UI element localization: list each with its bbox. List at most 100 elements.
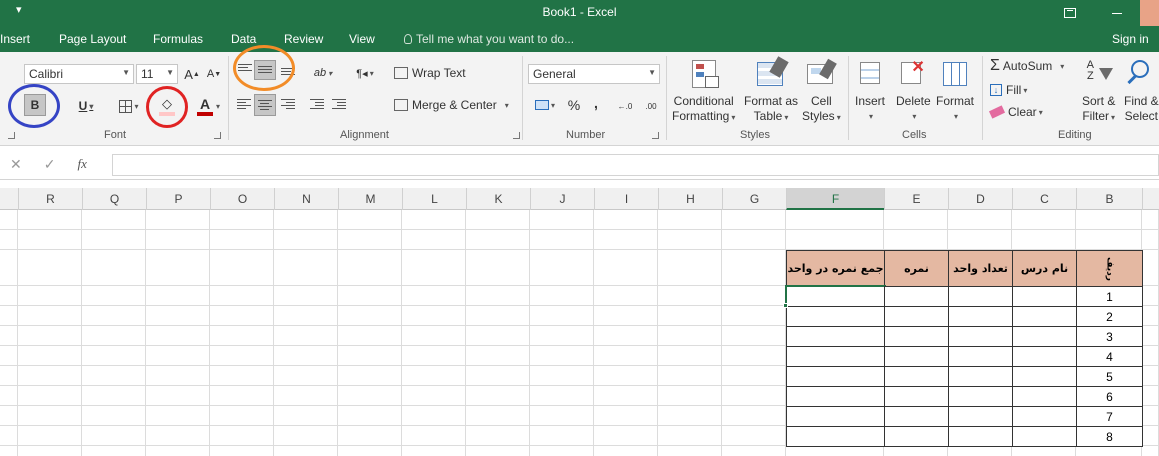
align-center-button[interactable] (254, 94, 276, 116)
grid-cell[interactable] (658, 386, 722, 406)
grid-cell[interactable] (658, 230, 722, 250)
tab-review[interactable]: Review (284, 32, 323, 46)
table-cell[interactable] (948, 326, 1013, 347)
grid-cell[interactable] (658, 250, 722, 286)
grid-cell[interactable] (402, 426, 466, 446)
grid-cell[interactable] (146, 230, 210, 250)
grid-cell[interactable] (274, 406, 338, 426)
grid-cell[interactable] (0, 446, 18, 456)
grid-cell[interactable] (18, 306, 82, 326)
chevron-down-icon[interactable]: ▾ (216, 102, 220, 111)
grid-cell[interactable] (658, 446, 722, 456)
table-cell[interactable] (948, 406, 1013, 427)
grid-cell[interactable] (18, 406, 82, 426)
grid-cell[interactable] (466, 386, 530, 406)
grid-cell[interactable] (658, 426, 722, 446)
grid-cell[interactable] (82, 230, 146, 250)
table-cell[interactable] (786, 426, 885, 447)
table-cell[interactable] (1012, 306, 1077, 327)
grid-cell[interactable] (0, 250, 18, 286)
table-cell[interactable] (786, 366, 885, 387)
grid-cell[interactable] (530, 446, 594, 456)
grid-cell[interactable] (722, 286, 786, 306)
grid-cell[interactable] (274, 446, 338, 456)
grid-cell[interactable] (0, 230, 18, 250)
grid-cell[interactable] (0, 346, 18, 366)
grid-cell[interactable] (274, 210, 338, 230)
grid-cell[interactable] (210, 326, 274, 346)
grid-cell[interactable] (594, 406, 658, 426)
grid-cell[interactable] (146, 346, 210, 366)
grid-cell[interactable] (1142, 446, 1159, 456)
grid-cell[interactable] (0, 210, 18, 230)
grid-cell[interactable] (1012, 446, 1076, 456)
grid-cell[interactable] (146, 326, 210, 346)
table-row-number[interactable]: 3 (1076, 326, 1143, 347)
table-cell[interactable] (1012, 386, 1077, 407)
grid-cell[interactable] (18, 386, 82, 406)
grid-cell[interactable] (18, 346, 82, 366)
grid-cell[interactable] (722, 426, 786, 446)
grid-cell[interactable] (18, 366, 82, 386)
grid-cell[interactable] (210, 210, 274, 230)
grid-cell[interactable] (274, 326, 338, 346)
grid-cell[interactable] (210, 346, 274, 366)
grid-cell[interactable] (146, 386, 210, 406)
table-cell[interactable] (1012, 286, 1077, 307)
borders-button[interactable]: ▾ (112, 96, 146, 116)
grid-cell[interactable] (722, 406, 786, 426)
column-header-h[interactable]: H (658, 188, 722, 210)
grid-cell[interactable] (338, 210, 402, 230)
grid-cell[interactable] (722, 250, 786, 286)
tab-formulas[interactable]: Formulas (153, 32, 203, 46)
grid-cell[interactable] (786, 446, 884, 456)
grid-cell[interactable] (722, 446, 786, 456)
grid-cell[interactable] (338, 406, 402, 426)
table-header-cell[interactable]: نمره (884, 250, 949, 287)
grid-cell[interactable] (210, 306, 274, 326)
grid-cell[interactable] (82, 250, 146, 286)
find-select-button[interactable]: Find & Select (1124, 56, 1159, 124)
grid-cell[interactable] (722, 346, 786, 366)
increase-decimal-button[interactable]: ←.0 (614, 98, 636, 114)
table-cell[interactable] (786, 346, 885, 367)
grid-cell[interactable] (82, 406, 146, 426)
clear-button[interactable]: Clear ▾ (988, 102, 1043, 122)
column-header-j[interactable]: J (530, 188, 594, 210)
grid-cell[interactable] (466, 210, 530, 230)
autosum-button[interactable]: Σ AutoSum ▾ (990, 56, 1064, 76)
grid-cell[interactable] (0, 306, 18, 326)
grid-cell[interactable] (466, 346, 530, 366)
insert-cells-button[interactable]: Insert ▾ (854, 56, 886, 124)
table-cell[interactable] (1012, 366, 1077, 387)
format-cells-button[interactable]: Format ▾ (936, 56, 974, 124)
grid-cell[interactable] (948, 230, 1012, 250)
column-header-e[interactable]: E (884, 188, 948, 210)
column-header-partial[interactable] (0, 188, 18, 210)
grid-cell[interactable] (658, 210, 722, 230)
grid-cell[interactable] (338, 306, 402, 326)
grid-cell[interactable] (18, 326, 82, 346)
grid-cell[interactable] (658, 286, 722, 306)
grid-cell[interactable] (722, 386, 786, 406)
table-cell[interactable] (884, 406, 949, 427)
grid-cell[interactable] (210, 446, 274, 456)
ribbon-display-options-button[interactable] (1050, 0, 1090, 26)
column-header-o[interactable]: O (210, 188, 274, 210)
worksheet-grid[interactable]: جمع نمره در واحد نمره تعداد واحد نام درس ردی… (0, 210, 1159, 456)
table-cell[interactable] (948, 286, 1013, 307)
number-format-combo[interactable]: General ▼ (528, 64, 660, 84)
grid-cell[interactable] (274, 286, 338, 306)
grid-cell[interactable] (146, 210, 210, 230)
grid-cell[interactable] (530, 286, 594, 306)
accounting-format-button[interactable]: ▾ (530, 96, 560, 114)
table-cell[interactable] (884, 326, 949, 347)
column-header-k[interactable]: K (466, 188, 530, 210)
table-cell[interactable] (785, 285, 886, 308)
grid-cell[interactable] (18, 286, 82, 306)
table-cell[interactable] (884, 306, 949, 327)
clipboard-dialog-launcher-icon[interactable] (8, 132, 15, 139)
grid-cell[interactable] (146, 406, 210, 426)
column-header-p[interactable]: P (146, 188, 210, 210)
grid-cell[interactable] (658, 306, 722, 326)
